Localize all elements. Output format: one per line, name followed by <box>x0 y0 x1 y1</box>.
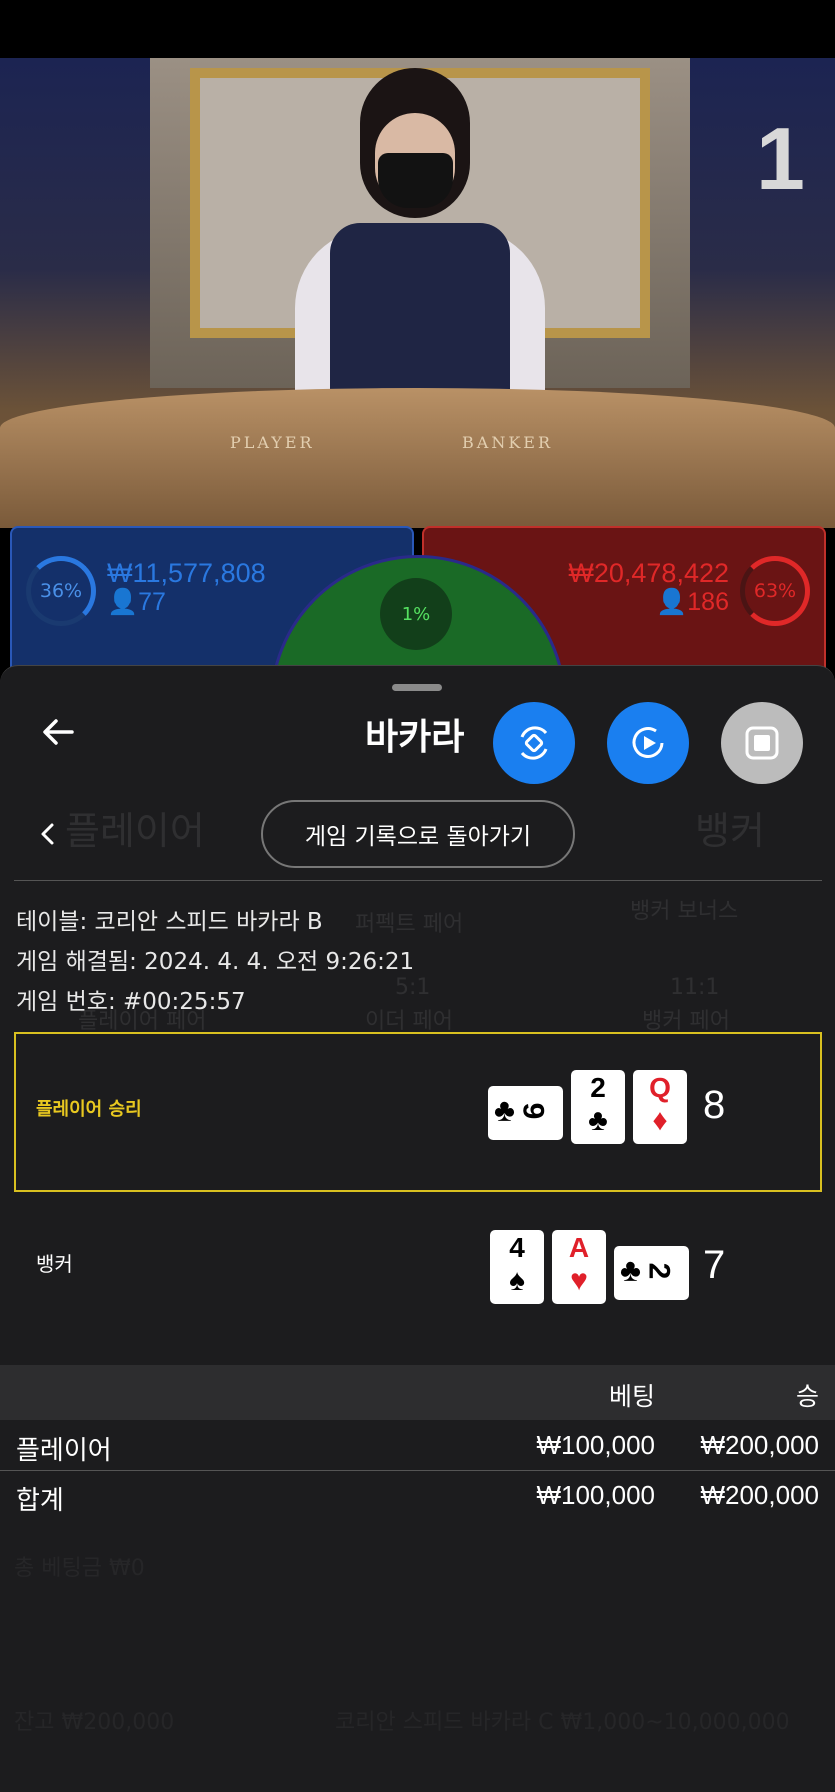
card-rank: A <box>568 1232 590 1263</box>
table-info: 테이블: 코리안 스피드 바카라 B <box>16 909 323 935</box>
bet-column-header: 베팅 <box>608 1383 655 1411</box>
win-column-header: 승 <box>795 1383 819 1411</box>
live-video-feed: PLAYER BANKER 1 <box>0 58 835 528</box>
ghost-player-label: 플레이어 <box>65 809 205 853</box>
table-felt <box>0 388 835 528</box>
sheet-drag-handle[interactable] <box>392 684 442 691</box>
banker-percent: 63% <box>753 580 797 602</box>
banker-cards: 4 ♠ A ♥ 2 ♣ <box>490 1230 690 1310</box>
banker-card-2: A ♥ <box>552 1230 606 1304</box>
rotate-icon <box>520 726 548 760</box>
user-icon: 👤 <box>656 588 688 616</box>
card-suit: ♣ <box>620 1252 641 1288</box>
total-row-name: 합계 <box>16 1485 64 1515</box>
tie-percent: 1% <box>380 578 452 650</box>
card-suit: ♦ <box>652 1104 668 1137</box>
card-rank: 2 <box>590 1072 606 1103</box>
card-rank: 9 <box>516 1102 550 1120</box>
ghost-banker-pair: 뱅커 페어 <box>642 1009 730 1034</box>
game-number: 게임 번호: #00:25:57 <box>16 989 246 1015</box>
player-total-amount: ₩11,577,808 <box>107 558 266 588</box>
round-number: 1 <box>756 109 805 208</box>
banker-user-count: 👤186 <box>656 588 729 617</box>
player-result-label: 플레이어 승리 <box>36 1099 142 1120</box>
card-suit: ♣ <box>588 1104 608 1137</box>
card-rank: 2 <box>642 1262 676 1280</box>
player-card-1: 9 ♣ <box>488 1086 563 1140</box>
back-to-history-button[interactable]: 게임 기록으로 돌아가기 <box>261 800 575 868</box>
card-rank: Q <box>649 1072 671 1103</box>
player-users: 77 <box>138 588 166 616</box>
divider <box>0 1470 835 1471</box>
banker-card-1: 4 ♠ <box>490 1230 544 1304</box>
stop-icon <box>745 726 779 760</box>
total-row-win: ₩200,000 <box>700 1480 819 1510</box>
table-banker-text: BANKER <box>462 433 553 452</box>
rotate-view-button[interactable] <box>493 702 575 784</box>
ghost-banker-bonus: 뱅커 보너스 <box>630 899 739 924</box>
divider <box>14 880 822 881</box>
player-card-3: Q ♦ <box>633 1070 687 1144</box>
player-score: 8 <box>703 1083 726 1127</box>
ghost-either-odds: 5:1 <box>395 975 431 1000</box>
player-card-2: 2 ♣ <box>571 1070 625 1144</box>
player-percent: 36% <box>39 580 83 602</box>
arrow-left-icon[interactable] <box>38 712 78 752</box>
bet-table-header <box>0 1365 835 1420</box>
card-suit: ♣ <box>494 1092 515 1128</box>
replay-button[interactable] <box>607 702 689 784</box>
banker-total-amount: ₩20,478,422 <box>568 558 729 588</box>
bet-row-win: ₩200,000 <box>700 1430 819 1460</box>
card-rank: 4 <box>509 1232 525 1263</box>
card-suit: ♠ <box>509 1264 525 1297</box>
banker-score: 7 <box>703 1243 726 1287</box>
user-icon: 👤 <box>107 588 139 616</box>
banker-percent-ring: 63% <box>740 556 810 626</box>
ghost-table-limits: 코리안 스피드 바카라 C ₩1,000~10,000,000 <box>335 1710 790 1735</box>
table-player-text: PLAYER <box>230 433 315 452</box>
banker-users: 186 <box>687 588 729 616</box>
dealer-mask <box>378 153 453 208</box>
banker-result-label: 뱅커 <box>36 1252 73 1276</box>
total-row-bet: ₩100,000 <box>536 1480 655 1510</box>
replay-icon <box>632 727 664 758</box>
banker-card-3: 2 ♣ <box>614 1246 689 1300</box>
chevron-left-icon[interactable] <box>34 820 62 848</box>
ghost-banker-label: 뱅커 <box>695 809 765 853</box>
ghost-perfect-pair: 퍼펙트 페어 <box>355 912 464 937</box>
player-percent-ring: 36% <box>26 556 96 626</box>
player-user-count: 👤77 <box>107 588 166 617</box>
player-cards: 9 ♣ 2 ♣ Q ♦ <box>488 1070 688 1150</box>
ghost-balance: 잔고 ₩200,000 <box>14 1710 175 1735</box>
resolved-time: 게임 해결됨: 2024. 4. 4. 오전 9:26:21 <box>16 949 415 975</box>
ghost-either-pair: 이더 페어 <box>365 1009 453 1034</box>
bet-row-name: 플레이어 <box>16 1435 112 1465</box>
bet-row-bet: ₩100,000 <box>536 1430 655 1460</box>
ghost-total-bet: 총 베팅금 ₩0 <box>14 1556 145 1581</box>
page-title: 바카라 <box>365 717 465 758</box>
card-suit: ♥ <box>570 1264 588 1297</box>
ghost-banker-pair-odds: 11:1 <box>670 975 720 1000</box>
stop-button[interactable] <box>721 702 803 784</box>
